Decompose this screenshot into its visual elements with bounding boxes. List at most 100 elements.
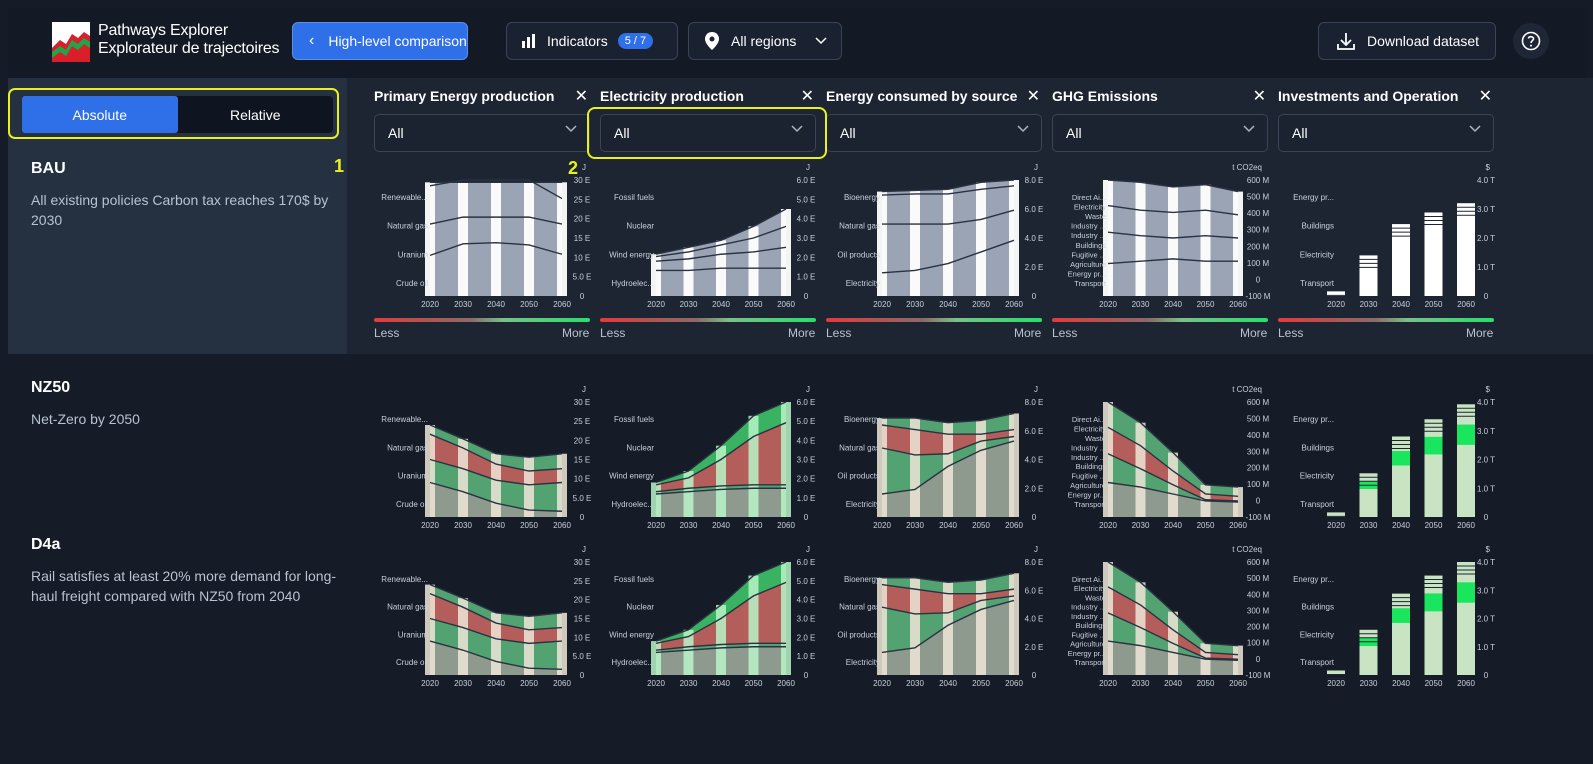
y-tick-label: 5.0 E	[797, 577, 816, 586]
column-filter-select[interactable]: All	[374, 114, 590, 152]
chevron-down-icon	[1017, 125, 1029, 133]
column-filter-select[interactable]: All	[1278, 114, 1494, 152]
column-primary-energy: Primary Energy production ✕ All	[374, 86, 590, 152]
series-label: Electricity	[846, 500, 880, 509]
series-label: Wind energy	[609, 472, 654, 481]
indicators-button[interactable]: Indicators 5 / 7	[506, 22, 678, 60]
area-band	[1108, 562, 1238, 655]
y-tick-label: 8.0 E	[1025, 398, 1044, 407]
x-tick-label: 2050	[1425, 679, 1443, 688]
x-tick-label: 2030	[1132, 521, 1150, 530]
year-bar	[557, 612, 567, 675]
y-tick-label: 0	[1032, 513, 1037, 522]
series-line	[655, 401, 787, 484]
scenario-name: BAU	[31, 160, 66, 177]
legend-less-label: Less	[1278, 326, 1304, 340]
relative-option[interactable]: Relative	[178, 96, 334, 133]
area-fill	[430, 584, 562, 675]
download-label: Download dataset	[1367, 33, 1480, 49]
year-bar	[683, 629, 694, 675]
series-label: Nuclear	[626, 443, 654, 452]
column-filter-select[interactable]: All	[826, 114, 1042, 152]
annotation-2: 2	[568, 158, 579, 178]
y-tick-label: 4.0 E	[1025, 456, 1044, 465]
series-label: Crude oil	[396, 500, 428, 509]
series-line	[881, 435, 1015, 456]
x-tick-label: 2030	[454, 679, 472, 688]
y-tick-label: 8.0 E	[1025, 558, 1044, 567]
series-line	[429, 424, 563, 458]
y-tick-label: 1.0 E	[797, 494, 816, 503]
unit-label: J	[1034, 385, 1038, 394]
series-label: Oil products	[837, 630, 880, 639]
column-filter-select[interactable]: All	[1052, 114, 1268, 152]
y-tick-label: 2.0 E	[1025, 643, 1044, 652]
y-tick-label: 6.0 E	[1025, 427, 1044, 436]
investment-bar	[1359, 629, 1378, 675]
y-tick-label: 0	[1032, 671, 1037, 680]
x-tick-label: 2060	[1005, 679, 1023, 688]
y-tick-label: 4.0 E	[797, 436, 816, 445]
year-bar	[943, 422, 953, 517]
series-label: Hydroelec...	[611, 500, 654, 509]
area-fill	[656, 562, 786, 675]
close-icon[interactable]: ✕	[1479, 86, 1492, 106]
series-line	[429, 458, 563, 486]
series-label: Natural gas	[839, 603, 880, 612]
series-label: Renewable...	[381, 415, 428, 424]
area-band	[882, 573, 1014, 594]
series-label: Natural gas	[387, 603, 428, 612]
year-bar	[1103, 402, 1113, 517]
close-icon[interactable]: ✕	[1253, 86, 1266, 106]
download-dataset-button[interactable]: Download dataset	[1318, 22, 1496, 60]
year-bar	[1200, 643, 1211, 675]
x-tick-label: 2040	[487, 679, 505, 688]
series-line	[655, 642, 786, 651]
area-band	[430, 593, 562, 644]
x-tick-label: 2050	[520, 679, 538, 688]
series-label: Electricity	[1300, 630, 1334, 639]
year-bar	[1009, 573, 1019, 675]
area-fill	[882, 573, 1014, 675]
series-label: Buildings	[1302, 443, 1334, 452]
series-label: Electricity	[1300, 472, 1334, 481]
area-band	[1108, 453, 1238, 503]
y-tick-label: -100 M	[1246, 671, 1271, 680]
series-line	[1107, 481, 1239, 503]
absolute-option[interactable]: Absolute	[22, 96, 178, 133]
x-tick-label: 2020	[1327, 521, 1345, 530]
year-bar	[716, 604, 726, 675]
series-label: Oil products	[837, 472, 880, 481]
x-tick-label: 2020	[421, 521, 439, 530]
regions-dropdown[interactable]: All regions	[688, 22, 842, 60]
year-bar	[524, 616, 534, 675]
close-icon[interactable]: ✕	[801, 86, 814, 106]
year-bar	[1233, 645, 1243, 675]
y-tick-label: 2.0 E	[1025, 484, 1044, 493]
year-bar	[458, 598, 468, 675]
area-band	[882, 436, 1014, 494]
x-tick-label: 2050	[520, 521, 538, 530]
x-tick-label: 2060	[1229, 521, 1247, 530]
area-band	[430, 459, 562, 512]
series-label: Hydroelec...	[611, 658, 654, 667]
x-tick-label: 2050	[972, 521, 990, 530]
absolute-relative-toggle[interactable]: Absolute Relative	[22, 96, 333, 133]
investment-bar	[1327, 670, 1345, 675]
series-label: Energy pr...	[1068, 491, 1106, 500]
comparison-label: High-level comparison	[328, 33, 467, 49]
area-band	[882, 584, 1014, 614]
y-tick-label: 10 E	[574, 475, 590, 484]
legend-more-label: More	[1466, 326, 1494, 340]
help-button[interactable]	[1513, 23, 1549, 59]
high-level-comparison-button[interactable]: ‹ High-level comparison	[292, 22, 468, 60]
year-bar	[1200, 484, 1211, 517]
close-icon[interactable]: ✕	[575, 86, 588, 106]
series-label: Buildings	[1076, 462, 1107, 471]
series-label: Energy pr...	[1293, 415, 1334, 424]
series-label: Waste	[1085, 434, 1106, 443]
series-label: Electricity	[846, 658, 880, 667]
y-tick-label: 0	[580, 513, 585, 522]
year-bar	[943, 582, 953, 675]
close-icon[interactable]: ✕	[1027, 86, 1040, 106]
